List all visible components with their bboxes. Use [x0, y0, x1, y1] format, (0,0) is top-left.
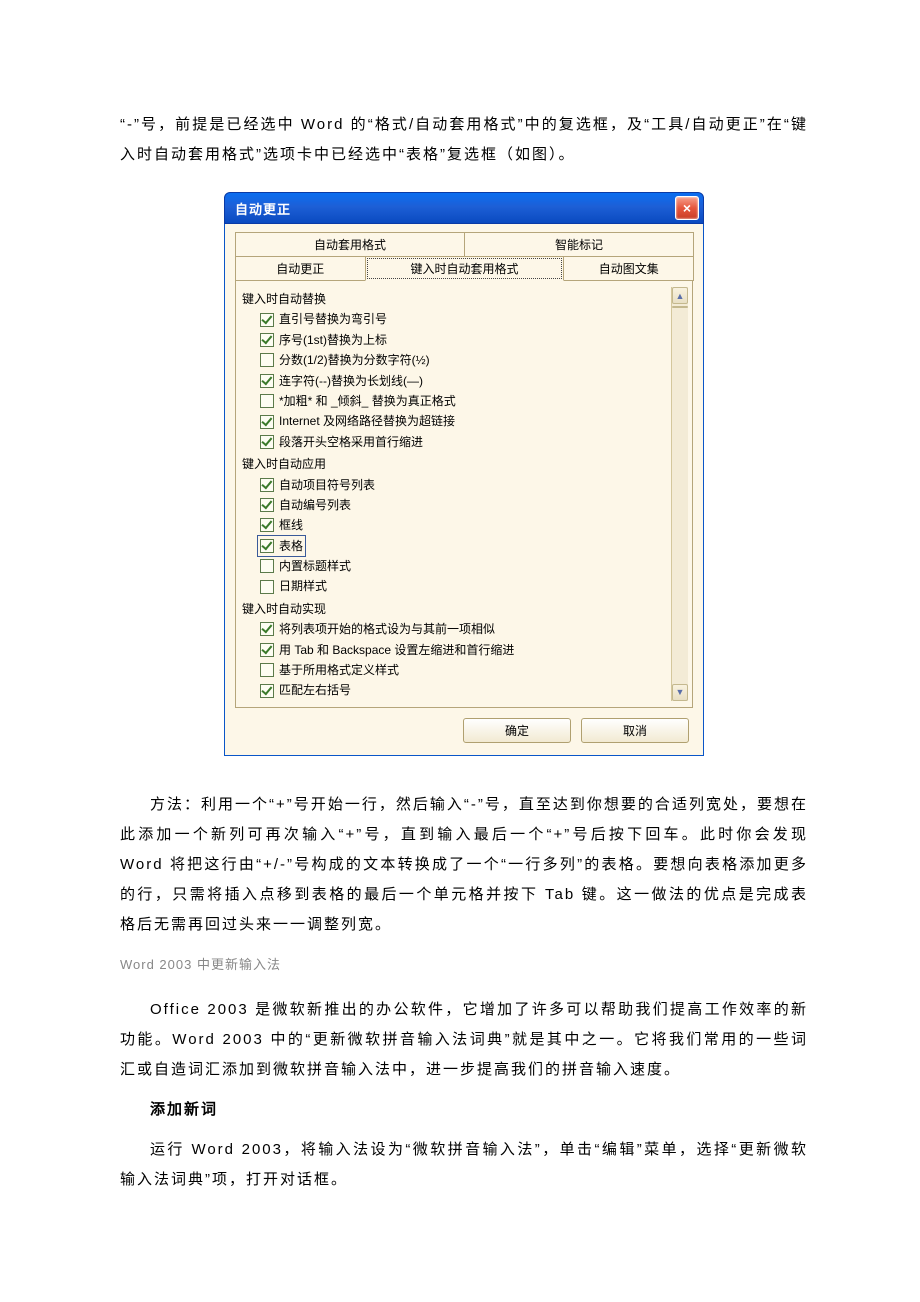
paragraph-3: Office 2003 是微软新推出的办公软件，它增加了许多可以帮助我们提高工作…	[120, 995, 808, 1085]
checkbox-tab-backspace-indent[interactable]: 用 Tab 和 Backspace 设置左缩进和首行缩进	[260, 640, 671, 660]
checkbox-match-brackets[interactable]: 匹配左右括号	[260, 680, 671, 700]
checkbox-smart-quotes[interactable]: 直引号替换为弯引号	[260, 309, 671, 329]
cancel-button[interactable]: 取消	[581, 718, 689, 743]
autocorrect-dialog: 自动更正 × 自动套用格式 智能标记 自动更正 键入时自动套用格式 自动图文集 …	[224, 192, 704, 756]
tab-smarttag[interactable]: 智能标记	[464, 232, 694, 256]
checkbox-first-indent[interactable]: 段落开头空格采用首行缩进	[260, 432, 671, 452]
checkbox-hyphens[interactable]: 连字符(--)替换为长划线(—)	[260, 371, 671, 391]
tab-autoformat[interactable]: 自动套用格式	[235, 232, 465, 256]
paragraph-1: “-”号，前提是已经选中 Word 的“格式/自动套用格式”中的复选框，及“工具…	[120, 110, 808, 170]
subheading-ime: Word 2003 中更新输入法	[120, 954, 808, 973]
paragraph-4: 运行 Word 2003，将输入法设为“微软拼音输入法”，单击“编辑”菜单，选择…	[120, 1135, 808, 1195]
tab-strip: 自动套用格式 智能标记 自动更正 键入时自动套用格式 自动图文集	[235, 232, 693, 281]
scroll-thumb[interactable]	[672, 306, 688, 308]
checkbox-ordinals[interactable]: 序号(1st)替换为上标	[260, 330, 671, 350]
checkbox-numbered-lists[interactable]: 自动编号列表	[260, 495, 671, 515]
group-apply-as-type: 键入时自动应用	[242, 454, 671, 474]
scroll-up-icon[interactable]: ▲	[672, 287, 688, 304]
group-replace-as-type: 键入时自动替换	[242, 289, 671, 309]
titlebar[interactable]: 自动更正 ×	[224, 192, 704, 224]
scroll-down-icon[interactable]: ▼	[672, 684, 688, 701]
dialog-figure: 自动更正 × 自动套用格式 智能标记 自动更正 键入时自动套用格式 自动图文集 …	[120, 192, 808, 756]
checkbox-bulleted-lists[interactable]: 自动项目符号列表	[260, 475, 671, 495]
options-panel: 键入时自动替换 直引号替换为弯引号 序号(1st)替换为上标 分数(1/2)替换…	[235, 281, 693, 708]
heading-add-word: 添加新词	[120, 1095, 808, 1125]
dialog-title: 自动更正	[235, 199, 291, 218]
tab-autoformat-as-type[interactable]: 键入时自动套用格式	[365, 256, 565, 281]
checkbox-borders[interactable]: 框线	[260, 515, 671, 535]
checkbox-heading-styles[interactable]: 内置标题样式	[260, 556, 671, 576]
checkbox-internet-paths[interactable]: Internet 及网络路径替换为超链接	[260, 411, 671, 431]
paragraph-2: 方法：利用一个“+”号开始一行，然后输入“-”号，直至达到你想要的合适列宽处，要…	[120, 790, 808, 940]
close-button[interactable]: ×	[675, 196, 699, 220]
tab-autocorrect[interactable]: 自动更正	[235, 256, 366, 281]
checkbox-tables[interactable]: 表格	[258, 536, 305, 556]
tab-autotext[interactable]: 自动图文集	[563, 256, 694, 281]
close-icon: ×	[683, 200, 691, 216]
ok-button[interactable]: 确定	[463, 718, 571, 743]
scrollbar[interactable]: ▲ ▼	[671, 287, 688, 701]
checkbox-define-styles[interactable]: 基于所用格式定义样式	[260, 660, 671, 680]
checkbox-bold-italic[interactable]: *加粗* 和 _倾斜_ 替换为真正格式	[260, 391, 671, 411]
checkbox-format-list-like-prev[interactable]: 将列表项开始的格式设为与其前一项相似	[260, 619, 671, 639]
checkbox-fractions[interactable]: 分数(1/2)替换为分数字符(½)	[260, 350, 671, 370]
checkbox-date-styles[interactable]: 日期样式	[260, 576, 671, 596]
group-auto-as-type: 键入时自动实现	[242, 599, 671, 619]
